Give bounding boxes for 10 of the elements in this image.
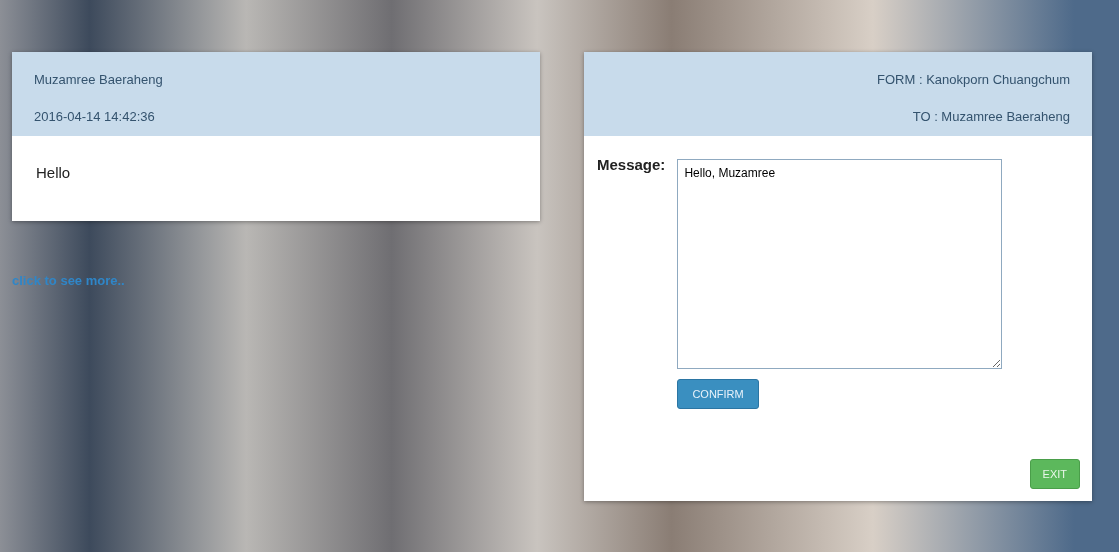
see-more-link[interactable]: click to see more.. — [12, 273, 540, 288]
sender-name: Muzamree Baeraheng — [34, 72, 163, 87]
message-text: Hello — [35, 163, 72, 183]
from-text: FORM : Kanokporn Chuangchum — [877, 72, 1070, 87]
timestamp: 2016-04-14 14:42:36 — [34, 109, 155, 124]
message-label: Message: — [597, 156, 666, 175]
confirm-button[interactable]: CONFIRM — [677, 379, 759, 409]
message-input-field[interactable]: Hello, Muzamree — [677, 159, 1003, 369]
exit-button[interactable]: EXIT — [1029, 459, 1080, 489]
to-text: TO : Muzamree Baeraheng — [912, 109, 1070, 124]
